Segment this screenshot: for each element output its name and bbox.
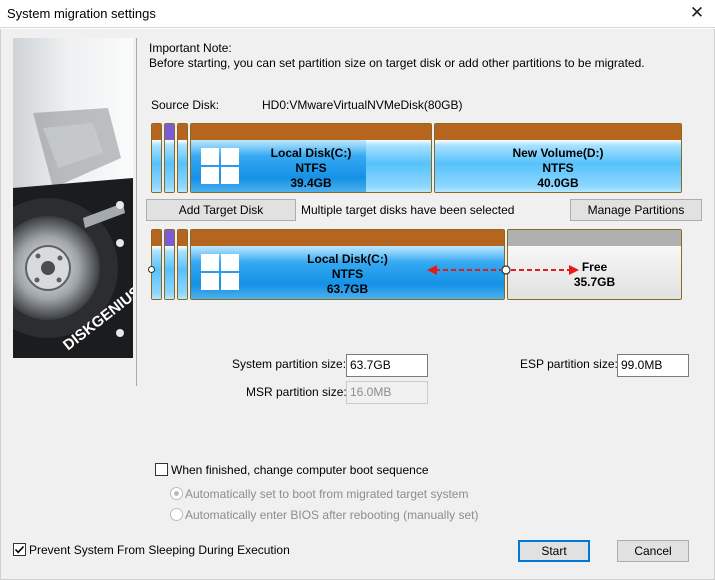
partition-fs: NTFS (542, 161, 574, 175)
partition-size: 39.4GB (290, 176, 332, 190)
partition-name: Local Disk(C:) (270, 146, 352, 160)
source-partition-c[interactable]: Local Disk(C:) NTFS 39.4GB (190, 123, 432, 193)
window-title: System migration settings (7, 6, 156, 21)
source-small-partition[interactable] (177, 123, 188, 193)
manage-partitions-button[interactable]: Manage Partitions (570, 199, 702, 221)
enter-bios-label: Automatically enter BIOS after rebooting… (185, 508, 479, 522)
source-disk-label: Source Disk: (151, 98, 220, 112)
vertical-divider (136, 38, 137, 386)
source-disk-name: HD0:VMwareVirtualNVMeDisk(80GB) (262, 98, 463, 112)
change-boot-sequence-label[interactable]: When finished, change computer boot sequ… (171, 463, 429, 477)
partition-name: New Volume(D:) (512, 146, 604, 160)
target-status-text: Multiple target disks have been selected (301, 203, 515, 217)
target-disk-map: Local Disk(C:) NTFS 63.7GB Free 35.7GB (148, 229, 682, 300)
partition-size: 63.7GB (326, 282, 369, 296)
esp-partition-size-input[interactable]: 99.0MB (617, 354, 689, 377)
add-target-disk-button[interactable]: Add Target Disk (146, 199, 296, 221)
source-small-partition[interactable] (151, 123, 162, 193)
cancel-button[interactable]: Cancel (617, 540, 689, 562)
target-small-partition[interactable] (164, 229, 175, 300)
msr-partition-size-label: MSR partition size: (246, 385, 347, 399)
msr-partition-size-input: 16.0MB (346, 381, 428, 404)
free-size: 35.7GB (573, 275, 616, 289)
note-heading: Important Note: (149, 41, 232, 55)
target-small-partition[interactable] (151, 229, 162, 300)
hard-disk-illustration: DISKGENIUS (13, 38, 133, 358)
checkmark-icon (14, 545, 25, 554)
source-disk-map: Local Disk(C:) NTFS 39.4GB New Volume(D:… (151, 123, 682, 193)
partition-fs: NTFS (295, 161, 327, 175)
system-partition-size-input[interactable]: 63.7GB (346, 354, 428, 377)
resize-handle-icon[interactable] (148, 266, 155, 273)
esp-partition-size-label: ESP partition size: (520, 357, 618, 371)
prevent-sleep-label[interactable]: Prevent System From Sleeping During Exec… (29, 543, 290, 557)
start-button[interactable]: Start (518, 540, 590, 562)
prevent-sleep-checkbox[interactable] (13, 543, 26, 556)
change-boot-sequence-checkbox[interactable] (155, 463, 168, 476)
system-partition-size-label: System partition size: (232, 357, 347, 371)
close-icon[interactable]: ✕ (684, 2, 710, 26)
target-small-partition[interactable] (177, 229, 188, 300)
source-small-partition[interactable] (164, 123, 175, 193)
hard-disk-icon: DISKGENIUS (13, 108, 133, 358)
note-text: Before starting, you can set partition s… (149, 56, 645, 70)
resize-arrows-icon[interactable] (427, 263, 579, 277)
enter-bios-radio (170, 508, 183, 521)
partition-size: 40.0GB (537, 176, 579, 190)
auto-boot-label: Automatically set to boot from migrated … (185, 487, 469, 501)
source-partition-d[interactable]: New Volume(D:) NTFS 40.0GB (434, 123, 682, 193)
auto-boot-radio (170, 487, 183, 500)
